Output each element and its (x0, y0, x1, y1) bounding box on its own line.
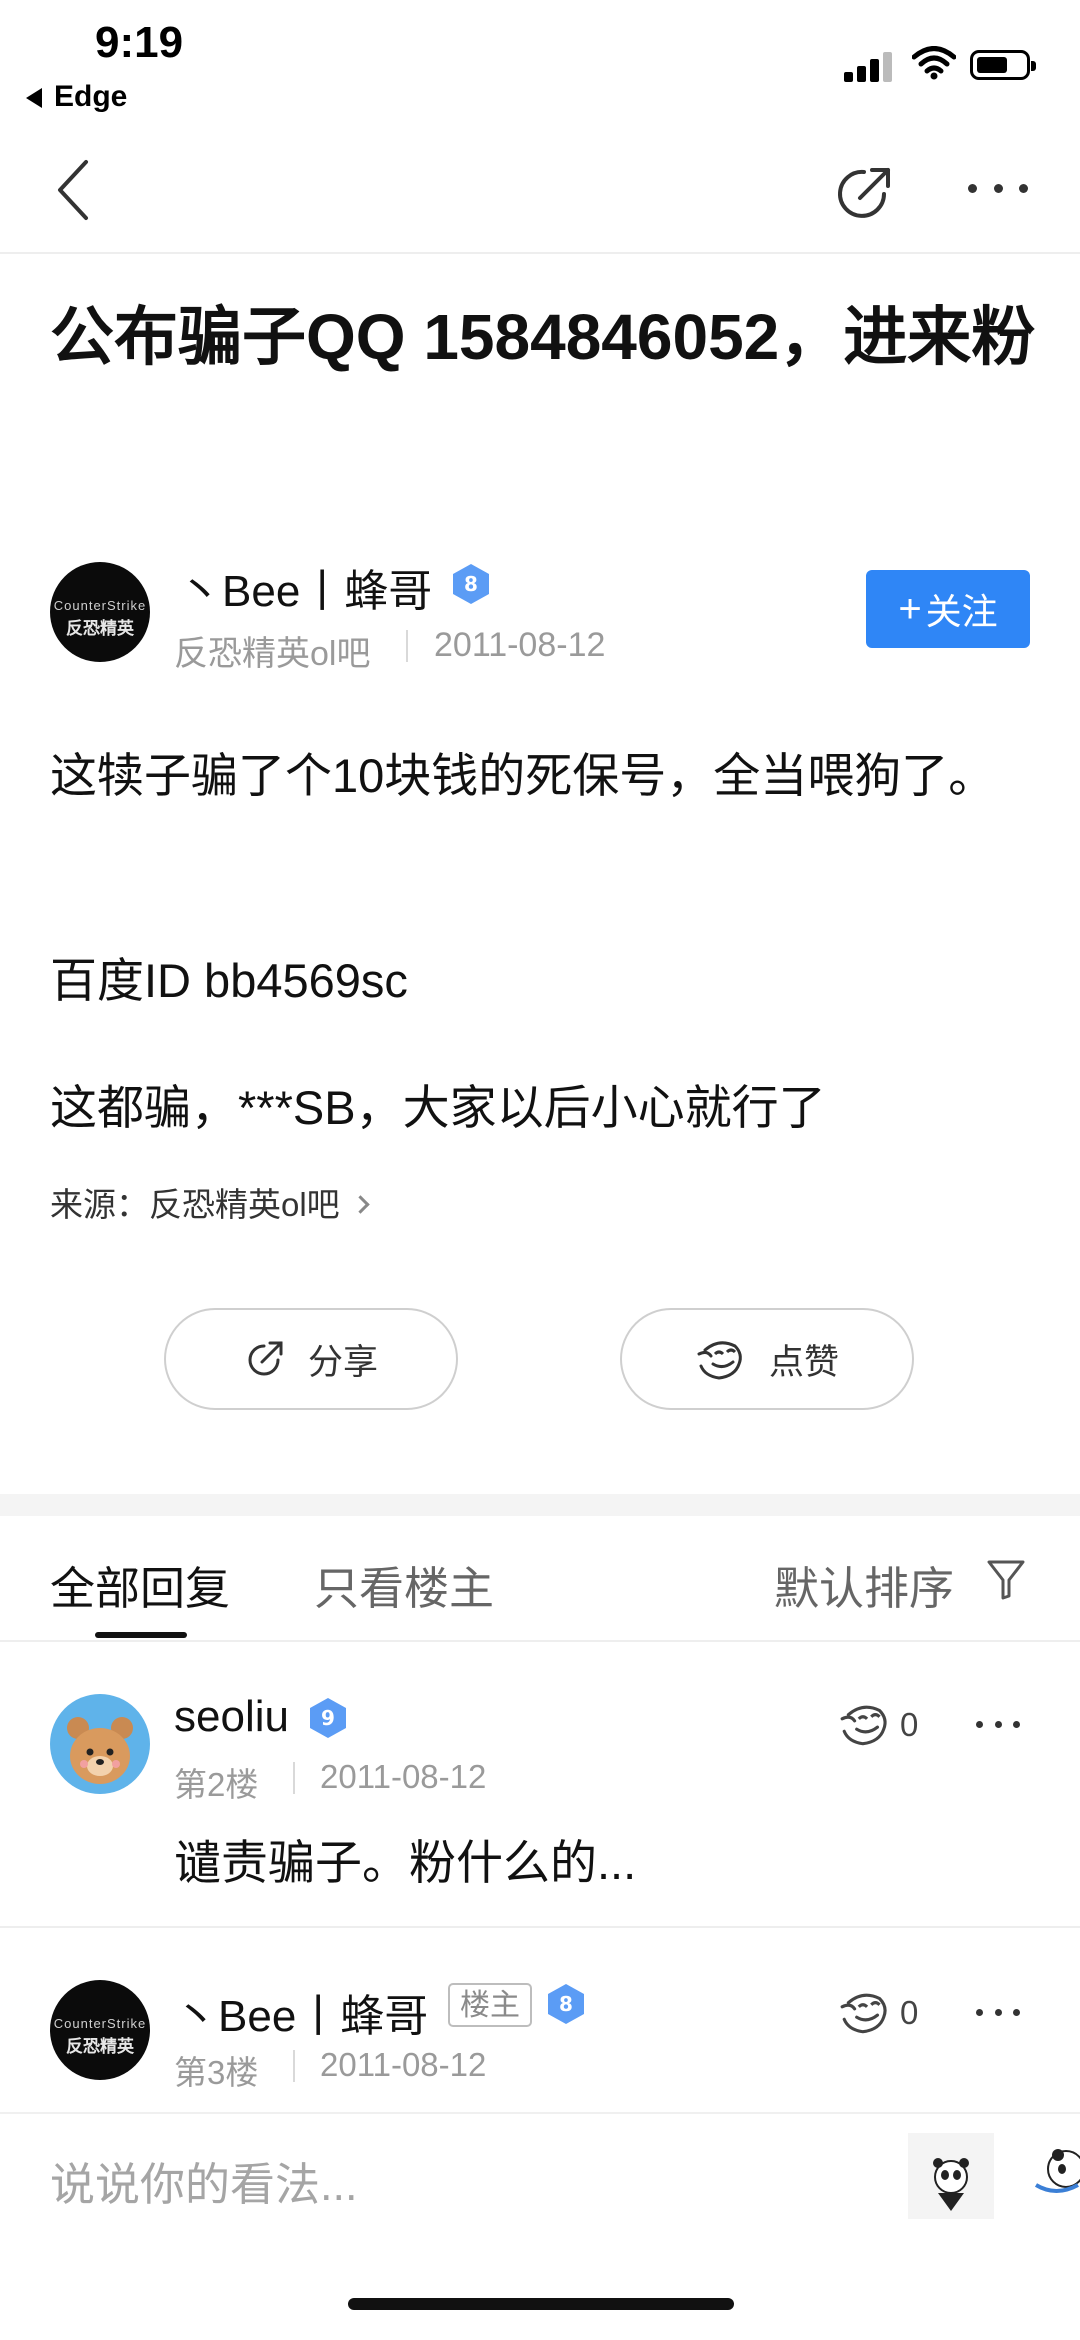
svg-text:8: 8 (559, 1992, 573, 2016)
emoji-button[interactable] (1026, 2133, 1080, 2219)
panda-sticker-icon (933, 2158, 969, 2211)
sort-dropdown[interactable]: 默认排序 (774, 1552, 954, 1617)
back-triangle-icon (26, 88, 42, 109)
reply-date: 2011-08-12 (320, 1758, 487, 1795)
comment-input[interactable]: 说说你的看法... (50, 2148, 358, 2213)
tab-all-replies[interactable]: 全部回复 (50, 1552, 230, 1617)
host-tag: 楼主 (448, 1983, 532, 2027)
like-face-icon (697, 1341, 742, 1380)
source-forum: 反恐精英ol吧 (149, 1186, 340, 1223)
share-button[interactable]: 分享 (164, 1308, 458, 1410)
like-label: 点赞 (768, 1342, 839, 1382)
reply-more-icon[interactable] (976, 1992, 1020, 2032)
post-forum[interactable]: 反恐精英ol吧 (174, 626, 370, 675)
reply-text: 谴责骗子。粉什么的... (174, 1836, 637, 1889)
follow-label: 关注 (925, 591, 998, 632)
wifi-icon (912, 46, 956, 80)
author-avatar[interactable]: CounterStrike 反恐精英 (50, 562, 150, 662)
sticker-button[interactable] (908, 2133, 994, 2219)
status-time: 9:19 (95, 18, 184, 67)
reply-date: 2011-08-12 (320, 2046, 487, 2083)
more-options-icon[interactable] (968, 168, 1028, 208)
post-title: 公布骗子QQ 1584846052，进来粉 (50, 301, 1036, 373)
share-icon[interactable] (830, 160, 898, 228)
reply-floor: 第3楼 (174, 2054, 259, 2091)
meta-separator (293, 2050, 295, 2082)
level-badge-icon: 9 (310, 1698, 346, 1738)
level-badge-icon: 8 (453, 564, 489, 604)
like-face-icon[interactable] (838, 1700, 892, 1748)
reply-floor: 第2楼 (174, 1766, 259, 1803)
follow-button[interactable]: + 关注 (866, 570, 1030, 648)
filter-icon[interactable] (986, 1558, 1026, 1602)
level-badge-icon: 8 (548, 1984, 584, 2024)
chevron-right-icon (350, 1195, 370, 1214)
section-separator (0, 1494, 1080, 1516)
reply-divider (0, 1926, 1080, 1928)
panda-emoji-icon (1034, 2149, 1080, 2193)
meta-separator (293, 1762, 295, 1794)
share-icon (248, 1341, 283, 1376)
nav-divider (0, 252, 1080, 254)
meta-separator (406, 630, 408, 662)
tabs-divider (0, 1640, 1080, 1642)
post-paragraph-2: 百度ID bb4569sc (50, 954, 408, 1007)
post-paragraph-1: 这犊子骗了个10块钱的死保号，全当喂狗了。 (50, 749, 996, 802)
post-date: 2011-08-12 (434, 626, 606, 664)
back-to-app-link[interactable]: Edge (26, 80, 127, 114)
reply-avatar[interactable]: CounterStrike 反恐精英 (50, 1980, 150, 2080)
source-link[interactable]: 来源：反恐精英ol吧 (50, 1178, 370, 1226)
back-app-label: Edge (54, 80, 128, 113)
bear-avatar-image (67, 1717, 133, 1784)
svg-text:8: 8 (464, 572, 478, 596)
share-label: 分享 (307, 1342, 378, 1382)
battery-icon (970, 50, 1036, 80)
cellular-signal-icon (844, 48, 896, 82)
reply-avatar[interactable] (50, 1694, 150, 1794)
svg-text:9: 9 (321, 1706, 335, 1730)
like-face-icon[interactable] (838, 1988, 892, 2036)
reply-more-icon[interactable] (976, 1704, 1020, 1744)
reply-author-name[interactable]: 丶Bee丨蜂哥 (174, 1980, 428, 2044)
active-tab-indicator (95, 1632, 187, 1638)
source-prefix: 来源： (50, 1186, 149, 1223)
chevron-left-icon[interactable] (50, 150, 100, 230)
like-button[interactable]: 点赞 (620, 1308, 914, 1410)
home-indicator (348, 2298, 734, 2310)
like-count: 0 (900, 1706, 919, 1743)
tab-host-only[interactable]: 只看楼主 (314, 1552, 494, 1617)
post-paragraph-3: 这都骗，***SB，大家以后小心就行了 (50, 1081, 826, 1134)
like-count: 0 (900, 1994, 919, 2031)
reply-author-name[interactable]: seoliu (174, 1692, 289, 1742)
author-name[interactable]: 丶Bee丨蜂哥 (178, 555, 432, 619)
